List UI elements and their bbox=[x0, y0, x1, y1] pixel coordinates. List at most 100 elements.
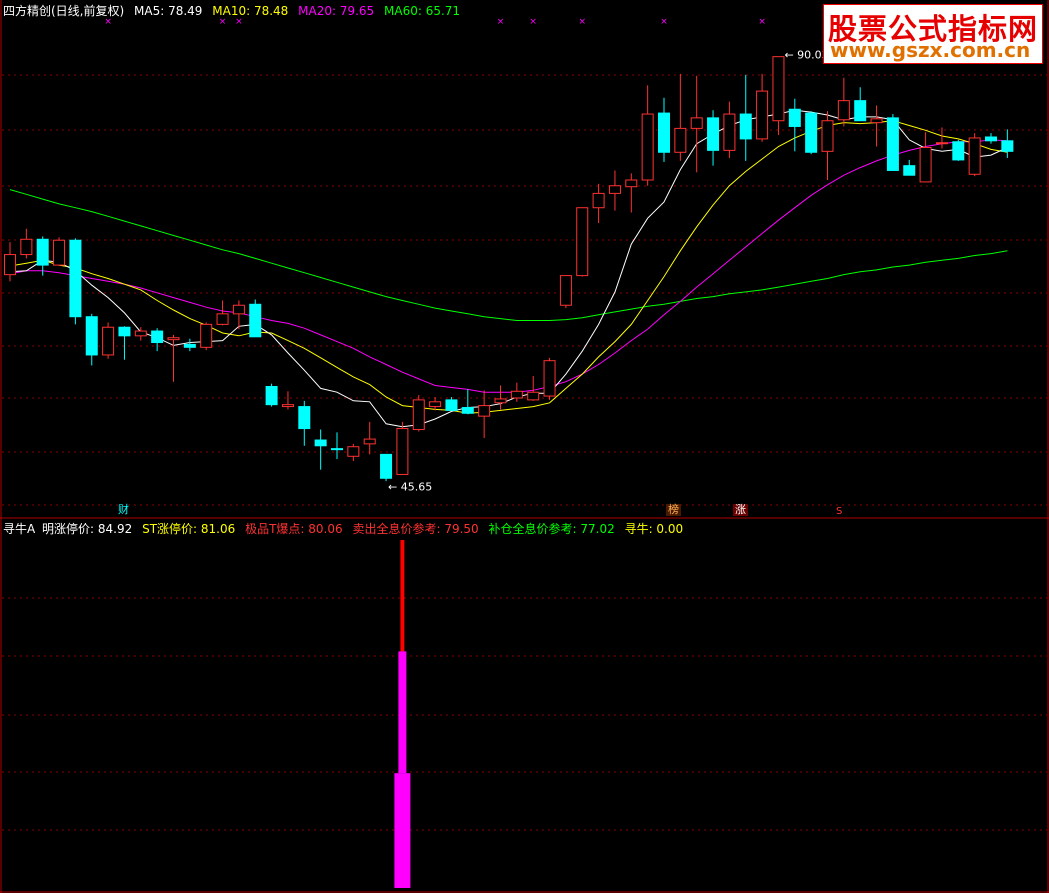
candle bbox=[772, 56, 785, 136]
t-point-label: 极品T爆点: 80.06 bbox=[245, 522, 343, 536]
candle-body bbox=[412, 399, 425, 431]
candle-body bbox=[298, 406, 311, 430]
candle-body bbox=[4, 254, 16, 276]
candle-body bbox=[85, 316, 98, 356]
top-marker: × bbox=[758, 17, 766, 27]
candle-body bbox=[821, 120, 834, 152]
candle-body bbox=[985, 136, 997, 142]
event-tag-zhang[interactable]: 涨 bbox=[733, 504, 748, 516]
candle bbox=[854, 87, 867, 122]
candle bbox=[461, 389, 474, 415]
candle-body bbox=[69, 239, 82, 318]
candle-body bbox=[461, 407, 474, 414]
candle bbox=[429, 397, 442, 411]
watermark-logo: 股票公式指标网 www.gszx.com.cn bbox=[823, 4, 1043, 64]
candle-body bbox=[429, 401, 442, 408]
candle bbox=[576, 207, 589, 277]
candle-body bbox=[331, 448, 343, 451]
candle-body bbox=[53, 239, 66, 266]
candle bbox=[559, 275, 572, 309]
candle bbox=[53, 237, 66, 267]
price-gridlines bbox=[2, 74, 1047, 831]
top-marker: × bbox=[529, 17, 537, 27]
indicator-header: 寻牛A 明涨停价: 84.92 ST涨停价: 81.06 极品T爆点: 80.0… bbox=[3, 522, 689, 536]
candle bbox=[788, 98, 801, 152]
candle bbox=[347, 443, 360, 462]
indicator-bar-magenta-wide bbox=[394, 773, 411, 888]
candle-body bbox=[805, 112, 818, 153]
candle-body bbox=[886, 117, 899, 171]
candle bbox=[445, 397, 458, 411]
candle bbox=[494, 385, 507, 410]
candle-body bbox=[625, 179, 638, 188]
candle bbox=[919, 132, 932, 183]
candle bbox=[723, 101, 736, 159]
candle-body bbox=[543, 360, 556, 397]
candle bbox=[396, 421, 409, 475]
event-tag-s[interactable]: S bbox=[834, 506, 844, 518]
candle bbox=[281, 391, 294, 410]
candle bbox=[756, 73, 769, 142]
ma60-line bbox=[9, 189, 1008, 321]
event-tag-bang[interactable]: 榜 bbox=[666, 504, 681, 516]
candle-body bbox=[1001, 140, 1014, 152]
candle bbox=[543, 357, 556, 400]
candle-body bbox=[870, 118, 883, 124]
candle bbox=[314, 429, 327, 470]
top-marker: × bbox=[219, 17, 227, 27]
candle bbox=[821, 111, 834, 181]
low-price-label: ← 45.65 bbox=[388, 481, 432, 494]
candle-body bbox=[265, 386, 278, 406]
candle bbox=[183, 338, 196, 352]
stock-title: 四方精创(日线,前复权) bbox=[3, 4, 125, 18]
candle-body bbox=[36, 238, 49, 266]
candle bbox=[216, 300, 229, 326]
candle-body bbox=[576, 207, 589, 277]
moving-averages bbox=[9, 109, 1008, 428]
candle bbox=[952, 139, 965, 161]
limit-up-label: 明涨停价: 84.92 bbox=[42, 522, 133, 536]
candle bbox=[592, 183, 605, 224]
candle bbox=[886, 114, 899, 171]
candle bbox=[641, 85, 654, 186]
candle-body bbox=[200, 323, 213, 348]
st-limit-label: ST涨停价: 81.06 bbox=[142, 522, 236, 536]
sell-ref-label: 卖出全息价参考: 79.50 bbox=[352, 522, 479, 536]
candle-body bbox=[772, 56, 785, 122]
candle-body bbox=[494, 398, 507, 404]
candle-body bbox=[183, 343, 196, 348]
candle-body bbox=[363, 438, 376, 445]
candle bbox=[412, 395, 425, 432]
candle-body bbox=[837, 100, 850, 121]
candle bbox=[478, 390, 491, 439]
candle-body bbox=[608, 185, 621, 194]
ma10-label: MA10: 78.48 bbox=[212, 4, 289, 18]
buy-ref-label: 补仓全息价参考: 77.02 bbox=[488, 522, 615, 536]
candle bbox=[1001, 129, 1014, 159]
top-marker: × bbox=[660, 17, 668, 27]
candle-body bbox=[134, 330, 147, 337]
candle bbox=[608, 170, 621, 211]
candle bbox=[837, 77, 850, 127]
candle bbox=[707, 110, 720, 166]
top-marker: × bbox=[235, 17, 243, 27]
candle-body bbox=[707, 117, 720, 151]
top-markers: × × × × × × × × bbox=[104, 17, 766, 27]
candle bbox=[69, 238, 82, 325]
candle bbox=[363, 421, 376, 455]
candle bbox=[298, 400, 311, 446]
candle-body bbox=[690, 117, 703, 129]
candle-body bbox=[788, 108, 801, 127]
candle-body bbox=[445, 399, 458, 411]
candle-body bbox=[674, 127, 687, 153]
candle-body bbox=[396, 428, 409, 475]
candle-body bbox=[952, 141, 965, 161]
candle-body bbox=[919, 147, 932, 183]
candle bbox=[870, 105, 883, 147]
candle bbox=[232, 300, 245, 330]
indicator-bar-magenta bbox=[398, 651, 407, 774]
event-tag-cai[interactable]: 财 bbox=[116, 504, 131, 516]
candle-body bbox=[102, 326, 115, 356]
top-marker: × bbox=[497, 17, 505, 27]
candle-body bbox=[935, 142, 948, 145]
